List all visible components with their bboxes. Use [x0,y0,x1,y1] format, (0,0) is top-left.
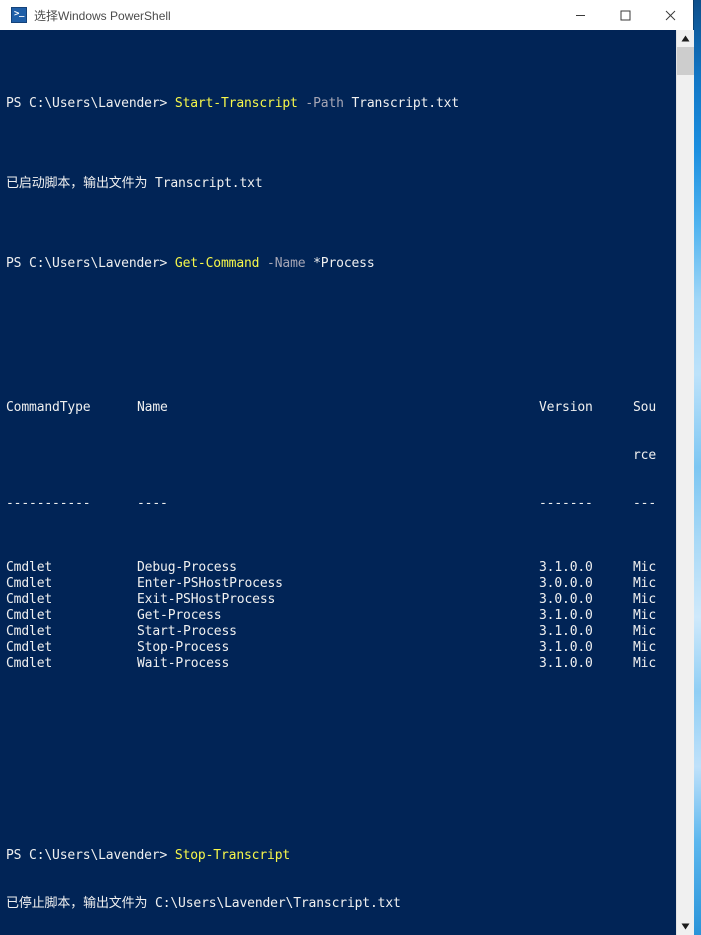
cell-version: 3.1.0.0 [539,624,593,639]
table-row: Cmdlet Wait-Process 3.1.0.0 Mic [6,656,676,672]
cell-version: 3.1.0.0 [539,608,593,623]
table-row: Cmdlet Start-Process 3.1.0.0 Mic [6,624,676,640]
header-source-part2: rce [633,448,657,463]
header-name: Name [137,400,168,415]
cell-name: Wait-Process [137,656,230,671]
rule-command-type: ----------- [6,496,91,511]
header-command-type: CommandType [6,400,91,415]
cell-command-type: Cmdlet [6,656,53,671]
maximize-button[interactable] [603,0,648,30]
window-controls [558,0,693,30]
scrollbar-track[interactable] [677,75,694,935]
prompt: PS C:\Users\Lavender> [6,96,168,111]
rule-version: ------- [539,496,593,511]
arg-process-wildcard: *Process [313,256,375,271]
cell-source: Mic [633,560,657,575]
param-path: -Path [305,96,344,111]
rule-name: ---- [137,496,168,511]
cell-command-type: Cmdlet [6,592,53,607]
cell-version: 3.1.0.0 [539,560,593,575]
close-button[interactable] [648,0,693,30]
table-row: Cmdlet Stop-Process 3.1.0.0 Mic [6,640,676,656]
scrollbar-up-arrow-icon[interactable] [677,30,694,47]
powershell-window: 选择Windows PowerShell PS C:\Users\Lavende… [0,0,694,935]
cell-source: Mic [633,640,657,655]
table-row: Cmdlet Get-Process 3.1.0.0 Mic [6,608,676,624]
window-title: 选择Windows PowerShell [34,8,171,23]
cell-name: Get-Process [137,608,222,623]
cell-command-type: Cmdlet [6,576,53,591]
arg-transcript-file: Transcript.txt [351,96,460,111]
scrollbar-down-arrow-icon[interactable] [677,918,694,935]
cell-command-type: Cmdlet [6,624,53,639]
cell-name: Exit-PSHostProcess [137,592,276,607]
console-output[interactable]: PS C:\Users\Lavender> Start-Transcript -… [0,30,676,935]
cell-version: 3.1.0.0 [539,656,593,671]
screen: 选择Windows PowerShell PS C:\Users\Lavende… [0,0,701,935]
cell-source: Mic [633,576,657,591]
console-line-output: 已停止脚本，输出文件为 C:\Users\Lavender\Transcript… [6,896,401,911]
console-line-command: PS C:\Users\Lavender> Get-Command -Name … [6,256,676,272]
rule-source: --- [633,496,657,511]
table-row: Cmdlet Debug-Process 3.1.0.0 Mic [6,560,676,576]
cell-source: Mic [633,624,657,639]
console-line-command: PS C:\Users\Lavender> Start-Transcript -… [6,96,676,112]
table-row: Cmdlet Exit-PSHostProcess 3.0.0.0 Mic [6,592,676,608]
cell-source: Mic [633,608,657,623]
table-rule: ----------- ---- ------- --- [6,496,676,512]
powershell-icon [11,7,27,23]
cell-name: Start-Process [137,624,237,639]
console-line-command: PS C:\Users\Lavender> Stop-Transcript [6,848,676,864]
prompt: PS C:\Users\Lavender> [6,256,168,271]
cmdlet-get-command: Get-Command [174,256,260,271]
table-header: CommandType Name Version Sou [6,400,676,416]
table-body: Cmdlet Debug-Process 3.1.0.0 Mic Cmdlet Enter… [6,560,676,672]
cell-source: Mic [633,656,657,671]
header-version: Version [539,400,593,415]
cell-command-type: Cmdlet [6,608,53,623]
minimize-button[interactable] [558,0,603,30]
vertical-scrollbar[interactable] [676,30,694,935]
table-row: Cmdlet Enter-PSHostProcess 3.0.0.0 Mic [6,576,676,592]
title-bar: 选择Windows PowerShell [0,0,693,31]
cell-command-type: Cmdlet [6,640,53,655]
console-line-output: 已启动脚本，输出文件为 Transcript.txt [6,176,263,191]
cell-version: 3.0.0.0 [539,592,593,607]
prompt: PS C:\Users\Lavender> [6,848,168,863]
table-header-wrap: rce [6,448,676,464]
cell-source: Mic [633,592,657,607]
cell-name: Debug-Process [137,560,237,575]
cmdlet-start-transcript: Start-Transcript [174,96,298,111]
param-name: -Name [267,256,306,271]
cell-name: Enter-PSHostProcess [137,576,283,591]
scrollbar-thumb[interactable] [677,47,694,75]
cell-version: 3.0.0.0 [539,576,593,591]
header-source-part1: Sou [633,400,657,415]
cell-version: 3.1.0.0 [539,640,593,655]
cmdlet-stop-transcript: Stop-Transcript [174,848,291,863]
cell-name: Stop-Process [137,640,230,655]
cell-command-type: Cmdlet [6,560,53,575]
